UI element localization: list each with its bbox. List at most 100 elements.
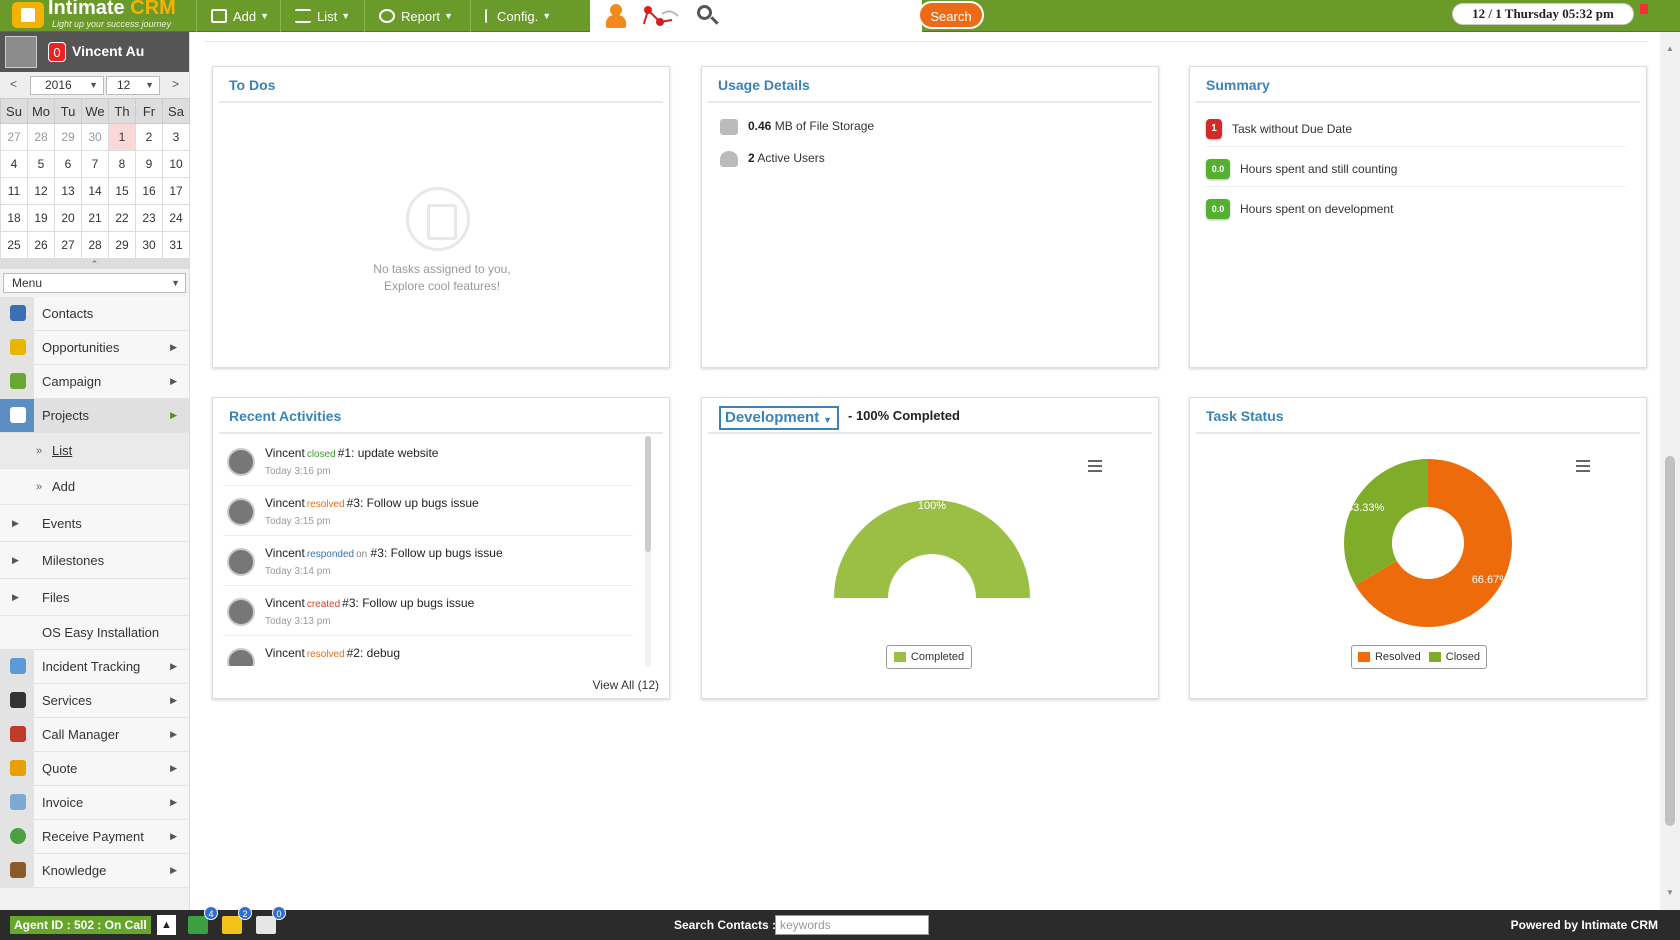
calendar-day[interactable]: 1 [108, 123, 136, 151]
message-icon[interactable]: 0 [256, 906, 286, 934]
list-menu[interactable]: List ▼ [280, 0, 364, 32]
summary-row[interactable]: 0.0 Hours spent on development [1206, 191, 1626, 227]
avatar[interactable] [5, 36, 37, 68]
calendar-day[interactable]: 3 [162, 123, 190, 151]
activity-text[interactable]: #3: Follow up bugs issue [347, 496, 479, 510]
agent-status[interactable]: Agent ID : 502 : On Call [10, 916, 151, 934]
calendar-day[interactable]: 14 [81, 177, 109, 205]
activity-user[interactable]: Vincent [265, 446, 305, 460]
folder-icon[interactable]: 2 [222, 906, 252, 934]
activity-user[interactable]: Vincent [265, 496, 305, 510]
calendar-day[interactable]: 30 [81, 123, 109, 151]
activity-user[interactable]: Vincent [265, 546, 305, 560]
chart-menu-icon[interactable] [1576, 460, 1590, 472]
summary-row[interactable]: 0.0 Hours spent and still counting [1206, 151, 1626, 187]
calendar-day[interactable]: 6 [54, 150, 82, 178]
calendar-day[interactable]: 19 [27, 204, 55, 232]
calendar-day[interactable]: 17 [162, 177, 190, 205]
calendar-day[interactable]: 29 [54, 123, 82, 151]
chart-menu-icon[interactable] [1088, 460, 1102, 472]
nav-campaign[interactable]: Campaign ▶ [0, 365, 189, 399]
add-menu[interactable]: Add ▼ [196, 0, 283, 32]
nav-services[interactable]: Services ▶ [0, 684, 189, 718]
calendar-day[interactable]: 27 [54, 231, 82, 259]
nav-call-manager[interactable]: Call Manager ▶ [0, 718, 189, 752]
person-search-icon[interactable] [602, 2, 630, 30]
calendar-day[interactable]: 31 [162, 231, 190, 259]
calendar-day[interactable]: 20 [54, 204, 82, 232]
view-all-link[interactable]: View All (12) [593, 678, 659, 692]
report-menu[interactable]: Report ▼ [364, 0, 467, 32]
calendar-day[interactable]: 28 [27, 123, 55, 151]
activity-scrollbar[interactable] [645, 436, 651, 666]
calendar-day[interactable]: 18 [0, 204, 28, 232]
activity-item[interactable]: Vincent closed #1: update website Today 3:1… [223, 436, 633, 486]
activity-item[interactable]: Vincent resolved #3: Follow up bugs issue T… [223, 486, 633, 536]
nav-projects[interactable]: Projects ▶ [0, 399, 189, 433]
search-button[interactable]: Search [918, 1, 984, 29]
calendar-day[interactable]: 5 [27, 150, 55, 178]
calendar-year-select[interactable]: 2016 ▼ [30, 76, 104, 95]
summary-row[interactable]: 1 Task without Due Date [1206, 111, 1626, 147]
calendar-day[interactable]: 22 [108, 204, 136, 232]
activity-text[interactable]: #1: update website [338, 446, 439, 460]
calendar-day[interactable]: 4 [0, 150, 28, 178]
nav-projects-add[interactable]: » Add [0, 469, 189, 505]
activity-list[interactable]: Vincent closed #1: update website Today 3:1… [223, 436, 651, 666]
network-icon[interactable] [638, 2, 679, 30]
menu-select[interactable]: Menu ▼ [3, 273, 186, 293]
calendar-day[interactable]: 21 [81, 204, 109, 232]
chart-legend[interactable]: Completed [886, 645, 972, 669]
activity-user[interactable]: Vincent [265, 596, 305, 610]
calendar-day[interactable]: 27 [0, 123, 28, 151]
calendar-day[interactable]: 30 [135, 231, 163, 259]
brand-logo[interactable]: Intimate CRM Light up your success journ… [4, 0, 192, 32]
nav-quote[interactable]: Quote ▶ [0, 752, 189, 786]
nav-opportunities[interactable]: Opportunities ▶ [0, 331, 189, 365]
calendar-day[interactable]: 23 [135, 204, 163, 232]
calendar-day[interactable]: 10 [162, 150, 190, 178]
calendar-day[interactable]: 28 [81, 231, 109, 259]
calendar-day[interactable]: 13 [54, 177, 82, 205]
calendar-day[interactable]: 15 [108, 177, 136, 205]
calendar-day[interactable]: 25 [0, 231, 28, 259]
project-select[interactable]: Development ▼ [719, 406, 839, 430]
nav-files[interactable]: ▶ Files [0, 579, 189, 616]
calendar-next-button[interactable]: > [172, 77, 179, 91]
nav-events[interactable]: ▶ Events [0, 505, 189, 542]
page-scrollbar[interactable]: ▲ ▼ [1660, 32, 1680, 910]
calendar-day[interactable]: 11 [0, 177, 28, 205]
flag-icon[interactable] [1640, 4, 1648, 14]
activity-item[interactable]: Vincent created #3: Follow up bugs issue To… [223, 586, 633, 636]
calendar-day[interactable]: 26 [27, 231, 55, 259]
activity-text[interactable]: #2: debug [347, 646, 400, 660]
activity-user[interactable]: Vincent [265, 646, 305, 660]
calendar-day[interactable]: 12 [27, 177, 55, 205]
magnifier-icon[interactable] [694, 2, 722, 30]
calendar-day[interactable]: 29 [108, 231, 136, 259]
nav-knowledge[interactable]: Knowledge ▶ [0, 854, 189, 888]
nav-contacts[interactable]: Contacts [0, 297, 189, 331]
calendar-day[interactable]: 2 [135, 123, 163, 151]
calendar-day[interactable]: 16 [135, 177, 163, 205]
activity-item[interactable]: Vincent responded on #3: Follow up bugs is… [223, 536, 633, 586]
activity-item[interactable]: Vincent resolved #2: debug [223, 636, 633, 666]
user-name[interactable]: Vincent Au [72, 43, 144, 59]
calendar-day[interactable]: 9 [135, 150, 163, 178]
legend-item-closed[interactable]: Closed [1428, 651, 1480, 663]
calendar-collapse-icon[interactable]: ⌃ [0, 259, 189, 269]
nav-projects-list[interactable]: » List [0, 433, 189, 469]
scroll-up-icon[interactable]: ▲ [1666, 44, 1674, 53]
calendar-day[interactable]: 8 [108, 150, 136, 178]
config-menu[interactable]: Config. ▼ [470, 0, 565, 32]
nav-invoice[interactable]: Invoice ▶ [0, 786, 189, 820]
scroll-down-icon[interactable]: ▼ [1666, 888, 1674, 897]
search-contacts-input[interactable]: keywords [775, 915, 929, 935]
nav-receive-payment[interactable]: Receive Payment ▶ [0, 820, 189, 854]
calendar-day[interactable]: 7 [81, 150, 109, 178]
legend-item-resolved[interactable]: Resolved [1357, 651, 1421, 663]
nav-milestones[interactable]: ▶ Milestones [0, 542, 189, 579]
activity-text[interactable]: #3: Follow up bugs issue [342, 596, 474, 610]
phone-list-icon[interactable]: 4 [188, 906, 218, 934]
upload-button[interactable]: ▲ [157, 915, 176, 935]
